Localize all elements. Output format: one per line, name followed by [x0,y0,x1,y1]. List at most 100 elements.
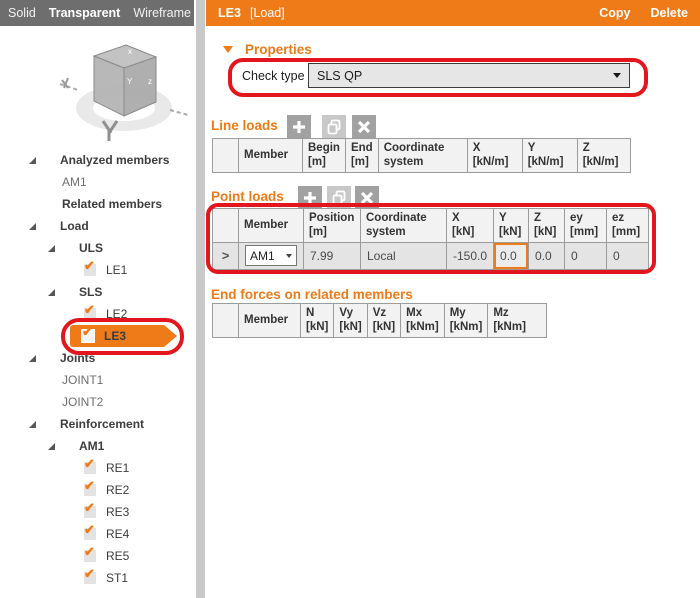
tree-item-re3[interactable]: ✔ RE3 [0,501,194,523]
tree-expander-icon[interactable] [29,420,36,428]
cell-position[interactable]: 7.99 [303,241,361,270]
point-loads-table-grid: Member Position [m] Coordinate system X [kN] Y[… [212,208,650,270]
cell-x[interactable]: -150.0 [445,241,495,270]
point-loads-section-title: Point loads [211,189,284,204]
tree-item-label: AM1 [79,439,105,453]
tree-item-load[interactable]: Load [0,215,194,237]
column-header-member: Member [238,138,303,173]
column-header-x: X [kN] [445,208,495,243]
tree-item-label: RE5 [106,549,130,563]
column-header-z: Z [kN/m] [576,138,631,173]
copy-icon [332,190,346,206]
line-loads-section-title: Line loads [211,118,278,133]
checkbox-checked-icon[interactable]: ✔ [82,330,94,342]
copy-line-load-button[interactable] [322,115,346,139]
point-load-row: > AM1 7.99 Local -150.0 0.0 0.0 0 0 [212,241,650,270]
tree-expander-icon[interactable] [48,288,55,296]
view-mode-solid[interactable]: Solid [8,6,36,20]
tree-item-le2[interactable]: ✔ LE2 [0,303,194,325]
tree-item-label: RE4 [106,527,130,541]
add-point-load-button[interactable] [298,186,322,210]
app-window: Solid Transparent Wireframe x Y z Analyz… [0,0,700,598]
selected-tree-item-banner[interactable]: ✔ LE3 [70,325,177,347]
tree-expander-icon[interactable] [29,156,36,164]
tree-item-le1[interactable]: ✔ LE1 [0,259,194,281]
close-icon [360,191,374,205]
delete-button[interactable]: Delete [650,6,688,20]
tree-item-re4[interactable]: ✔ RE4 [0,523,194,545]
cell-z[interactable]: 0.0 [528,241,566,270]
tree-item-joint1[interactable]: JOINT1 [0,369,194,391]
svg-text:z: z [148,77,152,86]
tree-item-analyzed-members[interactable]: Analyzed members [0,149,194,171]
member-select[interactable]: AM1 [245,245,297,267]
column-header-mx: Mx [kNm] [400,303,445,338]
tree-item-label: LE2 [106,307,128,321]
check-mark-icon: ✔ [84,478,95,493]
tree-item-label: Analyzed members [60,153,170,167]
collapse-triangle-icon[interactable] [223,46,233,53]
add-line-load-button[interactable] [287,115,311,139]
cell-ey[interactable]: 0 [564,241,608,270]
checkbox-checked-icon[interactable]: ✔ [84,303,96,320]
tree-item-related-members[interactable]: Related members [0,193,194,215]
tree-item-am1[interactable]: AM1 [0,171,194,193]
cell-member: AM1 [238,241,304,270]
column-header-y: Y [kN] [493,208,530,243]
column-header-selector [212,138,239,173]
tree-item-uls[interactable]: ULS [0,237,194,259]
tree-item-re1[interactable]: ✔ RE1 [0,457,194,479]
copy-point-load-button[interactable] [327,186,351,210]
checkbox-checked-icon[interactable]: ✔ [84,259,96,276]
column-header-mz: Mz [kNm] [487,303,548,338]
column-header-vy: Vy [kN] [333,303,368,338]
point-loads-table: Member Position [m] Coordinate system X [kN] Y[… [212,208,650,270]
tree-expander-icon[interactable] [29,354,36,362]
line-loads-table-grid: Member Begin [m] End [m] Coordinate system X [kN… [212,138,631,173]
tree-item-sls[interactable]: SLS [0,281,194,303]
view-mode-transparent[interactable]: Transparent [49,6,121,20]
checkbox-checked-icon[interactable]: ✔ [84,545,96,562]
tree-expander-icon[interactable] [48,442,55,450]
checkbox-checked-icon[interactable]: ✔ [84,567,96,584]
tree-expander-icon[interactable] [29,222,36,230]
check-type-dropdown[interactable]: SLS QP [308,63,630,88]
3d-viewport-cube[interactable]: x Y z [48,26,193,144]
cell-y[interactable]: 0.0 [493,241,530,270]
tree-item-label: AM1 [62,175,87,189]
tree-item-reinforcement[interactable]: Reinforcement [0,413,194,435]
cell-coordinate_system[interactable]: Local [360,241,447,270]
delete-point-load-button[interactable] [355,186,379,210]
checkbox-checked-icon[interactable]: ✔ [84,501,96,518]
tree-item-st1[interactable]: ✔ ST1 [0,567,194,589]
check-type-value: SLS QP [317,68,363,83]
svg-text:x: x [128,47,132,56]
checkbox-checked-icon[interactable]: ✔ [84,457,96,474]
tree-item-joints[interactable]: Joints [0,347,194,369]
close-icon [357,120,371,134]
tree-item-joint2[interactable]: JOINT2 [0,391,194,413]
tree-item-le3[interactable]: ✔ LE3 [0,325,194,347]
end-forces-table: Member N [kN] Vy [kN] Vz [kN] Mx [kNm] My [kNm] Mz[… [212,303,548,338]
checkbox-checked-icon[interactable]: ✔ [84,523,96,540]
column-header-selector [212,208,239,243]
copy-button[interactable]: Copy [599,6,630,20]
tree-expander-icon[interactable] [48,244,55,252]
tree-item-re5[interactable]: ✔ RE5 [0,545,194,567]
delete-line-load-button[interactable] [352,115,376,139]
check-mark-icon: ✔ [84,302,95,317]
plus-icon [304,192,316,204]
column-header-z: Z [kN] [528,208,566,243]
column-header-end: End [m] [344,138,379,173]
plus-icon [293,121,305,133]
cell-ez[interactable]: 0 [606,241,650,270]
tree-item-am1[interactable]: AM1 [0,435,194,457]
vertical-scrollbar[interactable] [194,0,206,598]
checkbox-checked-icon[interactable]: ✔ [84,479,96,496]
check-mark-icon: ✔ [84,566,95,581]
row-expander-icon[interactable]: > [212,241,239,270]
view-mode-wireframe[interactable]: Wireframe [133,6,191,20]
tree-item-label: JOINT2 [62,395,104,409]
tree-item-re2[interactable]: ✔ RE2 [0,479,194,501]
svg-text:Y: Y [127,77,133,86]
